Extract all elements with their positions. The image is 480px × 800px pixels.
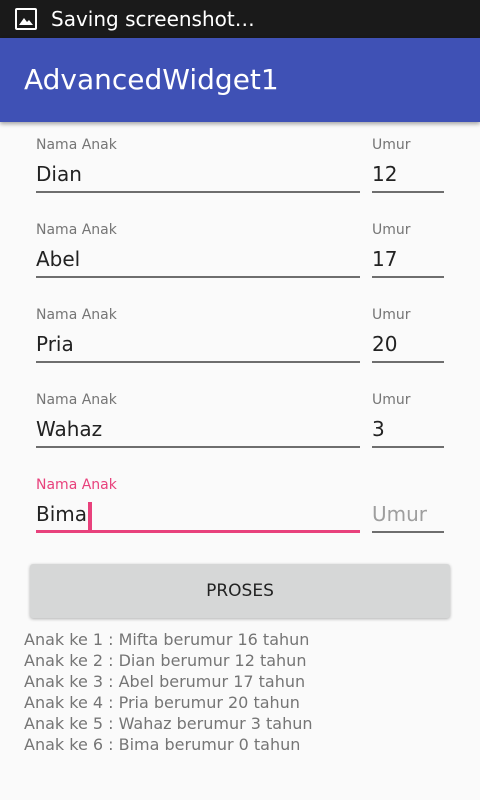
age-input[interactable]: 17	[372, 244, 444, 278]
name-input-focused[interactable]: Bima	[36, 499, 360, 533]
age-label: Umur	[372, 137, 411, 153]
text-cursor	[88, 501, 93, 530]
age-input[interactable]: Umur	[372, 499, 444, 533]
name-label: Nama Anak	[36, 307, 117, 323]
result-line: Anak ke 5 : Wahaz berumur 3 tahun	[24, 714, 313, 733]
child-row-3: Nama Anak Pria Umur 20	[0, 307, 480, 392]
name-label: Nama Anak	[36, 137, 117, 153]
status-bar: Saving screenshot…	[0, 0, 480, 38]
age-label: Umur	[372, 392, 411, 408]
app-title: AdvancedWidget1	[24, 63, 279, 96]
name-label: Nama Anak	[36, 392, 117, 408]
name-input[interactable]: Wahaz	[36, 414, 360, 448]
name-label-focused: Nama Anak	[36, 477, 117, 493]
app-bar: AdvancedWidget1	[0, 38, 480, 122]
name-input[interactable]: Abel	[36, 244, 360, 278]
child-row-5: Nama Anak Bima Umur	[0, 477, 480, 562]
result-line: Anak ke 4 : Pria berumur 20 tahun	[24, 693, 300, 712]
results-list: Anak ke 1 : Mifta berumur 16 tahun Anak …	[24, 629, 313, 755]
age-label: Umur	[372, 307, 411, 323]
name-input[interactable]: Pria	[36, 329, 360, 363]
child-row-1: Nama Anak Dian Umur 12	[0, 137, 480, 222]
child-row-2: Nama Anak Abel Umur 17	[0, 222, 480, 307]
child-row-4: Nama Anak Wahaz Umur 3	[0, 392, 480, 477]
age-input[interactable]: 3	[372, 414, 444, 448]
name-label: Nama Anak	[36, 222, 117, 238]
result-line: Anak ke 2 : Dian berumur 12 tahun	[24, 651, 307, 670]
result-line: Anak ke 6 : Bima berumur 0 tahun	[24, 735, 301, 754]
age-input[interactable]: 20	[372, 329, 444, 363]
status-text: Saving screenshot…	[51, 7, 255, 31]
age-label: Umur	[372, 222, 411, 238]
name-input[interactable]: Dian	[36, 159, 360, 193]
name-input-value: Bima	[36, 502, 88, 526]
age-input[interactable]: 12	[372, 159, 444, 193]
result-line: Anak ke 3 : Abel berumur 17 tahun	[24, 672, 306, 691]
image-icon	[13, 6, 39, 32]
result-line: Anak ke 1 : Mifta berumur 16 tahun	[24, 630, 310, 649]
age-placeholder: Umur	[372, 502, 428, 526]
proses-button[interactable]: PROSES	[30, 564, 450, 618]
